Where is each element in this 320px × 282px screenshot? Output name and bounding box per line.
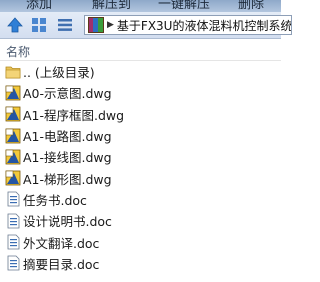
address-bar: ▶ 基于FX3U的液体混料机控制系统 [0, 12, 292, 39]
list-item[interactable]: A0-示意图.dwg [0, 82, 281, 103]
list-item-label: 摘要目录.doc [23, 256, 100, 272]
view-list-icon[interactable] [56, 16, 73, 33]
list-item[interactable]: 任务书.doc [0, 189, 281, 210]
list-item[interactable]: 摘要目录.doc [0, 253, 281, 274]
up-arrow-icon[interactable] [6, 16, 23, 33]
list-item-label: A0-示意图.dwg [23, 86, 112, 102]
list-item[interactable]: A1-电路图.dwg [0, 125, 281, 146]
list-item-label: 任务书.doc [23, 192, 87, 208]
list-item-label: 设计说明书.doc [23, 214, 112, 230]
breadcrumb-separator-icon: ▶ [107, 20, 114, 30]
list-item[interactable]: A1-程序框图.dwg [0, 104, 281, 125]
dwg-file-icon [5, 149, 21, 165]
archive-icon [88, 17, 104, 33]
path-field[interactable]: ▶ 基于FX3U的液体混料机控制系统 [84, 15, 292, 35]
list-item-parent-folder[interactable]: .. (上级目录) [0, 61, 281, 82]
doc-file-icon [7, 255, 20, 271]
toolbar: 添加 解压到 一键解压 删除 [0, 0, 281, 12]
list-item[interactable]: A1-接线图.dwg [0, 146, 281, 167]
list-item-label: 外文翻译.doc [23, 235, 100, 251]
dwg-file-icon [5, 85, 21, 101]
file-list: .. (上级目录) A0-示意图.dwg A1-程序框图.dwg A1-电路图.… [0, 61, 281, 274]
list-item[interactable]: 设计说明书.doc [0, 210, 281, 231]
column-header-name[interactable]: 名称 [0, 40, 281, 61]
doc-file-icon [7, 213, 20, 229]
folder-up-icon [5, 66, 21, 79]
list-item[interactable]: A1-梯形图.dwg [0, 167, 281, 188]
list-item-label: A1-电路图.dwg [23, 129, 112, 145]
list-item-label: .. (上级目录) [23, 65, 95, 81]
doc-file-icon [7, 234, 20, 250]
column-header-label: 名称 [6, 45, 31, 59]
list-item-label: A1-接线图.dwg [23, 150, 112, 166]
list-item-label: A1-梯形图.dwg [23, 171, 112, 187]
dwg-file-icon [5, 128, 21, 143]
dwg-file-icon [5, 106, 21, 122]
one-click-extract-button[interactable]: 一键解压 [158, 0, 210, 12]
list-item[interactable]: 外文翻译.doc [0, 231, 281, 252]
path-text: 基于FX3U的液体混料机控制系统 [116, 18, 292, 33]
extract-to-button[interactable]: 解压到 [92, 0, 131, 12]
dwg-file-icon [5, 170, 21, 186]
doc-file-icon [7, 192, 20, 207]
list-item-label: A1-程序框图.dwg [23, 107, 125, 123]
delete-button[interactable]: 删除 [238, 0, 264, 12]
view-icons-icon[interactable] [30, 16, 47, 33]
add-button[interactable]: 添加 [26, 0, 52, 12]
